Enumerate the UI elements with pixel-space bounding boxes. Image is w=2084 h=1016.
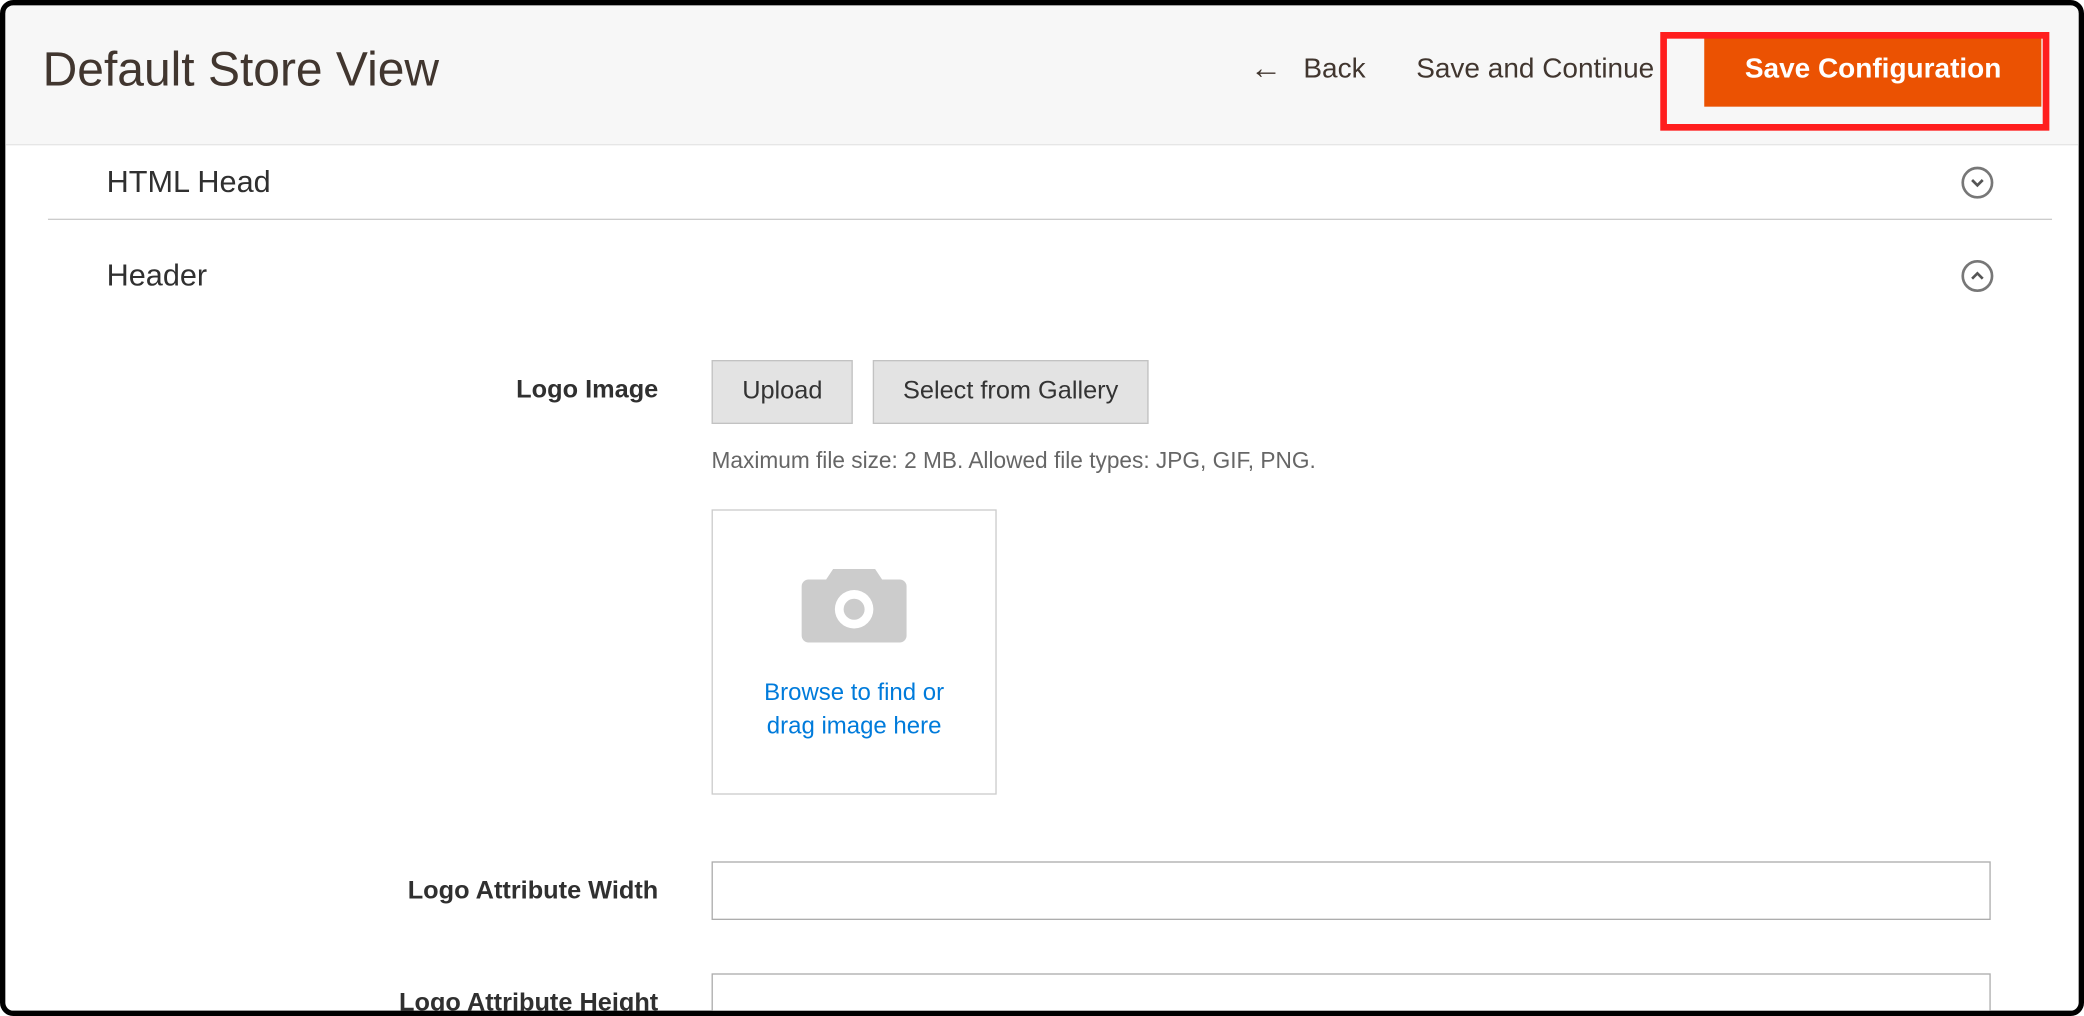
section-html-head-title: HTML Head [107, 164, 271, 200]
label-logo-height: Logo Attribute Height [5, 973, 711, 1016]
row-logo-image: Logo Image Upload Select from Gallery Ma… [5, 360, 2020, 795]
dropzone-line2: drag image here [767, 712, 942, 739]
section-header-title: Header [107, 257, 208, 293]
row-logo-height: Logo Attribute Height [5, 973, 2020, 1016]
save-configuration-button[interactable]: Save Configuration [1705, 32, 2041, 107]
control-logo-image: Upload Select from Gallery Maximum file … [712, 360, 2018, 795]
row-logo-width: Logo Attribute Width [5, 861, 2020, 920]
label-logo-width: Logo Attribute Width [5, 861, 711, 906]
top-actions: ← Back Save and Continue Save Configurat… [1250, 32, 2041, 107]
upload-button[interactable]: Upload [712, 360, 854, 424]
logo-width-input[interactable] [712, 861, 1991, 920]
logo-height-input[interactable] [712, 973, 1991, 1016]
app-frame: Default Store View ← Back Save and Conti… [0, 0, 2084, 1016]
chevron-down-icon[interactable] [1961, 166, 1993, 198]
label-logo-image: Logo Image [5, 360, 711, 405]
top-bar: Default Store View ← Back Save and Conti… [5, 5, 2078, 145]
section-header[interactable]: Header [48, 220, 2052, 307]
section-html-head[interactable]: HTML Head [48, 145, 2052, 220]
back-label: Back [1303, 53, 1365, 85]
arrow-left-icon: ← [1250, 53, 1282, 85]
content-area: HTML Head Header Logo Image Upload Selec… [5, 145, 2078, 1016]
dropzone-text: Browse to find or drag image here [737, 676, 970, 743]
select-from-gallery-button[interactable]: Select from Gallery [872, 360, 1149, 424]
save-and-continue-button[interactable]: Save and Continue [1416, 53, 1654, 85]
page-title: Default Store View [43, 41, 439, 97]
dropzone-line1: Browse to find or [764, 678, 944, 705]
camera-icon [798, 561, 910, 646]
header-form: Logo Image Upload Select from Gallery Ma… [5, 307, 2078, 1016]
image-dropzone[interactable]: Browse to find or drag image here [712, 509, 997, 794]
logo-image-hint: Maximum file size: 2 MB. Allowed file ty… [712, 448, 2018, 475]
back-button[interactable]: ← Back [1250, 53, 1366, 85]
chevron-up-icon[interactable] [1961, 259, 1993, 291]
